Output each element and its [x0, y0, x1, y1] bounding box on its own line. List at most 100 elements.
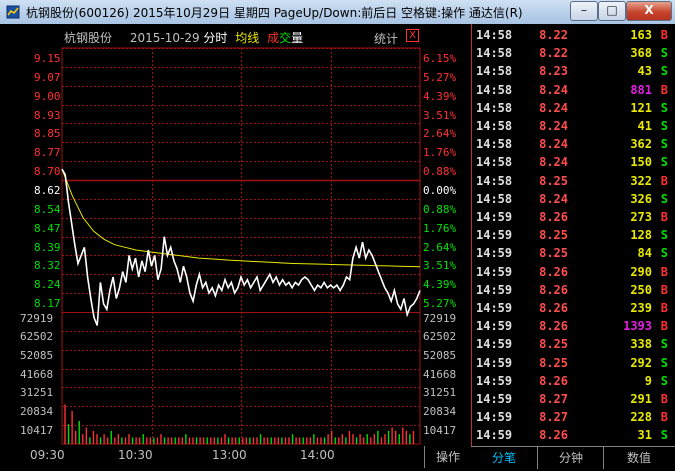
volume-axis-label: 20834	[423, 405, 457, 419]
tick-row[interactable]: 14:58 8.24 881 B	[472, 81, 675, 99]
time-label-1030: 10:30	[118, 448, 153, 462]
tick-price: 8.26	[539, 301, 568, 315]
pct-axis-label: 6.15%	[423, 52, 457, 65]
tick-volume: 43	[637, 64, 652, 79]
volume-axis-label: 52085	[423, 348, 457, 362]
tick-row[interactable]: 14:58 8.24 121 S	[472, 99, 675, 117]
operate-button[interactable]: 操作	[424, 446, 471, 468]
chart-stock-name: 杭钢股份	[64, 31, 113, 45]
volume-axis-label: 20834	[20, 405, 54, 419]
tab-shuzhi[interactable]: 数值	[603, 447, 674, 469]
price-axis-label: 8.47	[34, 221, 61, 235]
tick-row[interactable]: 14:58 8.24 362 S	[472, 135, 675, 153]
tick-time: 14:58	[476, 191, 513, 206]
tick-volume: 292	[630, 355, 652, 370]
tick-time: 14:59	[476, 301, 513, 315]
minimize-button[interactable]: –	[570, 1, 598, 21]
tick-row[interactable]: 14:58 8.22 368 S	[472, 44, 675, 62]
chart-label-jiao: 交	[279, 31, 292, 45]
tick-side: B	[660, 392, 668, 406]
tick-volume: 121	[630, 100, 652, 115]
pct-axis-label: 2.64%	[423, 127, 457, 141]
tick-row[interactable]: 14:59 8.26 1393 B	[472, 317, 675, 335]
chart-close-button[interactable]: X	[406, 29, 419, 42]
tick-price: 8.22	[539, 46, 568, 61]
volume-axis-label: 41668	[20, 367, 54, 381]
tick-price: 8.26	[539, 319, 568, 334]
tick-row[interactable]: 14:59 8.26 273 B	[472, 208, 675, 226]
chart-canvas	[61, 47, 421, 445]
tick-time: 14:59	[476, 410, 513, 425]
tick-list[interactable]: 14:58 8.22 163 B 14:58 8.22 368 S 14:58 8.23 43 S 14…	[471, 24, 675, 446]
tick-time: 14:59	[476, 319, 513, 334]
volume-axis-label: 10417	[423, 424, 457, 438]
tick-volume: 228	[630, 410, 652, 425]
close-button[interactable]: X	[626, 1, 672, 21]
tick-side: S	[660, 100, 668, 115]
price-axis-label: 9.07	[34, 70, 61, 84]
tick-time: 14:58	[476, 82, 513, 97]
tick-row[interactable]: 14:59 8.26 250 B	[472, 281, 675, 299]
tick-row[interactable]: 14:58 8.24 150 S	[472, 153, 675, 171]
tick-volume: 41	[637, 119, 652, 133]
tab-fenbi[interactable]: 分笔	[471, 447, 537, 469]
time-label-1300: 13:00	[212, 448, 247, 462]
tick-side: S	[660, 428, 668, 443]
chart-label-junxian: 均线	[235, 31, 260, 45]
tick-price: 8.26	[539, 428, 568, 443]
intraday-chart[interactable]: 杭钢股份 2015-10-29 分时 均线 成交量 统计 X 9.15 6.15%…	[0, 24, 471, 446]
tick-time: 14:58	[476, 119, 513, 133]
tick-row[interactable]: 14:59 8.26 31 S	[472, 426, 675, 444]
maximize-button[interactable]: □	[598, 1, 626, 21]
pct-axis-label: 3.51%	[423, 108, 457, 122]
tick-row[interactable]: 14:58 8.24 41 S	[472, 117, 675, 135]
tick-side: S	[660, 228, 668, 243]
tick-side: B	[660, 82, 668, 97]
chart-header: 杭钢股份 2015-10-29 分时 均线 成交量	[64, 29, 303, 46]
tick-price: 8.27	[539, 410, 568, 425]
tick-side: B	[660, 319, 668, 334]
tick-side: S	[660, 64, 668, 79]
tick-row[interactable]: 14:59 8.26 239 B	[472, 299, 675, 317]
tick-row[interactable]: 14:58 8.24 326 S	[472, 190, 675, 208]
tick-side: B	[660, 28, 668, 42]
tab-fenzhong[interactable]: 分钟	[537, 447, 604, 469]
tick-volume: 9	[644, 373, 652, 388]
stats-button[interactable]: 统计	[374, 30, 398, 47]
tick-volume: 338	[630, 337, 652, 352]
tick-row[interactable]: 14:58 8.22 163 B	[472, 26, 675, 44]
tick-row[interactable]: 14:59 8.25 338 S	[472, 335, 675, 353]
tick-row[interactable]: 14:59 8.25 292 S	[472, 354, 675, 372]
tick-price: 8.26	[539, 210, 568, 224]
volume-axis-label: 62502	[20, 329, 54, 343]
app-window: 杭钢股份(600126) 2015年10月29日 星期四 PageUp/Down…	[0, 0, 675, 471]
tick-row[interactable]: 14:59 8.25 128 S	[472, 226, 675, 244]
tick-row[interactable]: 14:59 8.26 9 S	[472, 372, 675, 390]
tick-row[interactable]: 14:58 8.23 43 S	[472, 62, 675, 80]
tick-time: 14:59	[476, 337, 513, 352]
tick-volume: 128	[630, 228, 652, 243]
tick-side: S	[660, 246, 668, 261]
pct-axis-label: 1.76%	[423, 146, 457, 160]
tick-row[interactable]: 14:58 8.25 322 B	[472, 172, 675, 190]
volume-axis-label: 10417	[20, 424, 54, 438]
tick-time: 14:59	[476, 282, 513, 297]
volume-axis-label: 72919	[20, 312, 54, 325]
price-axis-label: 9.00	[34, 89, 61, 103]
tick-price: 8.24	[539, 155, 568, 170]
tick-price: 8.27	[539, 392, 568, 406]
chart-date: 2015-10-29	[129, 31, 200, 45]
tick-volume: 326	[630, 191, 652, 206]
tick-row[interactable]: 14:59 8.25 84 S	[472, 244, 675, 262]
tick-row[interactable]: 14:59 8.27 291 B	[472, 390, 675, 408]
chart-label-liang: 量	[291, 31, 304, 45]
pct-axis-label: 3.51%	[423, 259, 457, 273]
title-bar[interactable]: 杭钢股份(600126) 2015年10月29日 星期四 PageUp/Down…	[0, 0, 675, 25]
tick-row[interactable]: 14:59 8.27 228 B	[472, 408, 675, 426]
price-axis-label: 8.62	[34, 184, 61, 197]
tick-row[interactable]: 14:59 8.26 290 B	[472, 263, 675, 281]
tick-price: 8.24	[539, 82, 568, 97]
pct-axis-label: 0.88%	[423, 165, 457, 179]
tick-price: 8.24	[539, 100, 568, 115]
tick-time: 14:59	[476, 392, 513, 406]
